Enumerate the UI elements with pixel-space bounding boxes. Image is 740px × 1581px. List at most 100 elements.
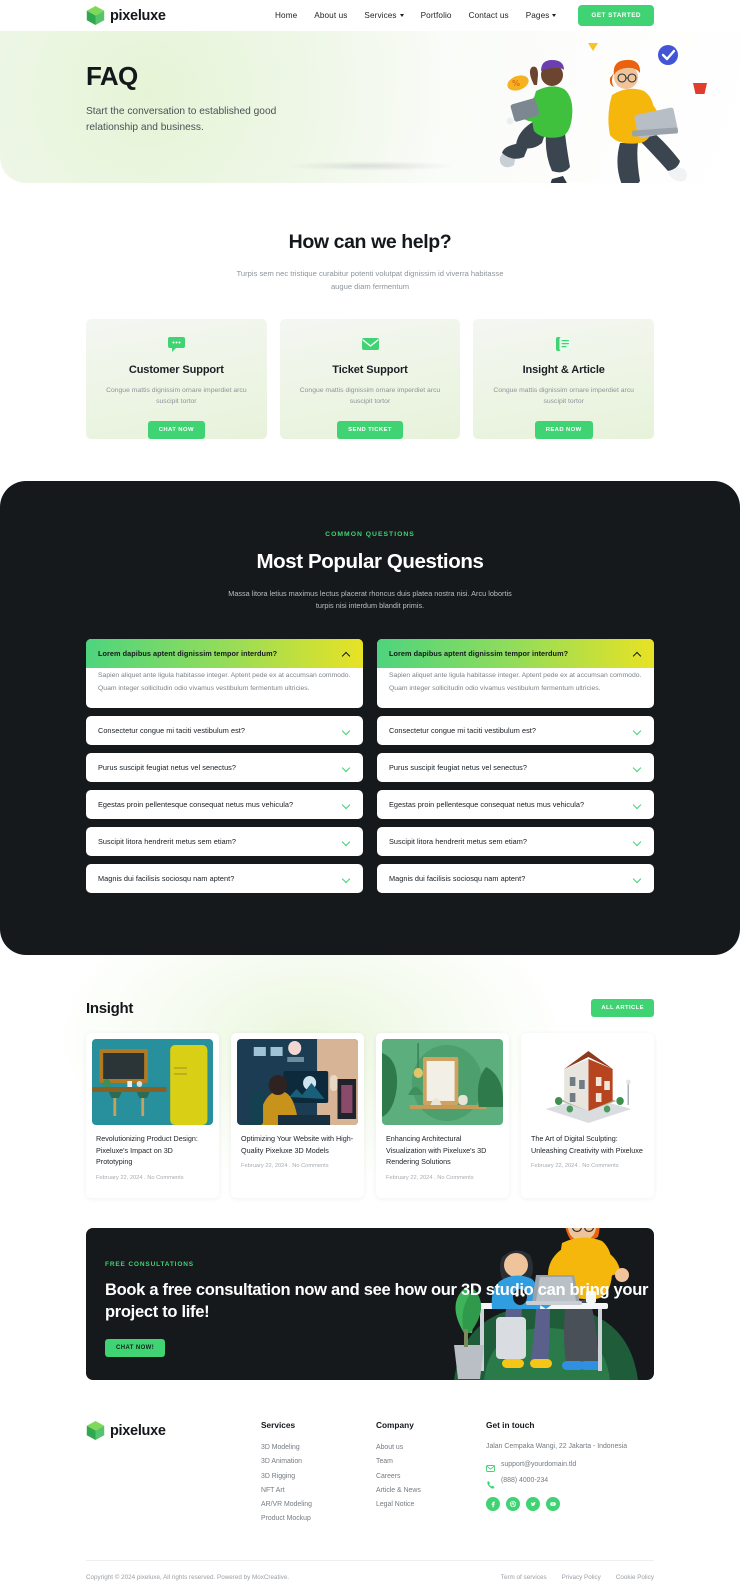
send-ticket-button[interactable]: SEND TICKET xyxy=(337,420,403,439)
post-thumbnail-kitchen xyxy=(92,1039,213,1126)
faq-item[interactable]: Consectetur congue mi taciti vestibulum … xyxy=(377,716,654,746)
faq-question: Lorem dapibus aptent dignissim tempor in… xyxy=(389,649,569,659)
faq-question: Egestas proin pellentesque consequat net… xyxy=(98,800,294,810)
faq-item[interactable]: Purus suscipit feugiat netus vel senectu… xyxy=(86,753,363,783)
footer-brand-name: pixeluxe xyxy=(110,1422,166,1439)
get-started-button[interactable]: GET STARTED xyxy=(578,5,654,26)
footer-link-arvr-modeling[interactable]: AR/VR Modeling xyxy=(261,1498,376,1512)
footer-email: support@yourdomain.tld xyxy=(501,1461,577,1469)
nav-label: Home xyxy=(275,11,298,20)
help-card-title: Ticket Support xyxy=(332,363,408,376)
footer-column-services: Services 3D Modeling 3D Animation 3D Rig… xyxy=(261,1420,376,1526)
faq-item[interactable]: Egestas proin pellentesque consequat net… xyxy=(377,790,654,820)
faq-item[interactable]: Suscipit litora hendrerit metus sem etia… xyxy=(86,827,363,857)
faq-item-header[interactable]: Lorem dapibus aptent dignissim tempor in… xyxy=(377,639,654,669)
faq-item[interactable]: Lorem dapibus aptent dignissim tempor in… xyxy=(86,639,363,709)
cta-banner: FREE CONSULTATIONS Book a free consultat… xyxy=(86,1228,654,1381)
chevron-down-icon xyxy=(342,800,351,809)
faq-item[interactable]: Lorem dapibus aptent dignissim tempor in… xyxy=(377,639,654,709)
insight-post-card[interactable]: Revolutionizing Product Design: Pixeluxe… xyxy=(86,1033,219,1199)
chat-now-button[interactable]: CHAT NOW xyxy=(147,420,205,439)
help-subtitle: Turpis sem nec tristique curabitur poten… xyxy=(236,269,504,292)
faq-item[interactable]: Egestas proin pellentesque consequat net… xyxy=(86,790,363,820)
faq-eyebrow: COMMON QUESTIONS xyxy=(325,530,415,538)
insight-post-card[interactable]: Enhancing Architectural Visualization wi… xyxy=(376,1033,509,1199)
envelope-icon xyxy=(486,1460,496,1473)
footer-link-3d-animation[interactable]: 3D Animation xyxy=(261,1455,376,1469)
faq-item[interactable]: Consectetur congue mi taciti vestibulum … xyxy=(86,716,363,746)
footer-link-nft-art[interactable]: NFT Art xyxy=(261,1484,376,1498)
footer-link-product-mockup[interactable]: Product Mockup xyxy=(261,1512,376,1526)
footer-link-team[interactable]: Team xyxy=(376,1455,486,1469)
nav-item-home[interactable]: Home xyxy=(275,11,297,20)
legal-link-cookie[interactable]: Cookie Policy xyxy=(616,1574,654,1581)
site-footer: pixeluxe Services 3D Modeling 3D Animati… xyxy=(0,1380,740,1581)
faq-item-header[interactable]: Consectetur congue mi taciti vestibulum … xyxy=(86,716,363,745)
footer-link-article-news[interactable]: Article & News xyxy=(376,1484,486,1498)
post-meta: February 22, 2024 . No Comments xyxy=(96,1174,184,1181)
faq-item-header[interactable]: Purus suscipit feugiat netus vel senectu… xyxy=(86,753,363,782)
nav-item-contact-us[interactable]: Contact us xyxy=(469,11,509,20)
copyright-text: Copyright © 2024 pixeluxe, All rights re… xyxy=(86,1574,290,1581)
nav-item-pages[interactable]: Pages xyxy=(526,11,557,20)
faq-item[interactable]: Purus suscipit feugiat netus vel senectu… xyxy=(377,753,654,783)
post-meta: February 22, 2024 . No Comments xyxy=(386,1174,474,1181)
dribbble-icon[interactable] xyxy=(506,1497,520,1512)
faq-item[interactable]: Suscipit litora hendrerit metus sem etia… xyxy=(377,827,654,857)
faq-item[interactable]: Magnis dui facilisis sociosqu nam aptent… xyxy=(377,864,654,894)
help-section: How can we help? Turpis sem nec tristiqu… xyxy=(0,183,740,439)
phone-icon xyxy=(486,1476,495,1489)
facebook-icon[interactable] xyxy=(486,1497,500,1512)
footer-brand[interactable]: pixeluxe xyxy=(86,1420,261,1526)
nav-item-portfolio[interactable]: Portfolio xyxy=(421,11,452,20)
chevron-down-icon xyxy=(342,837,351,846)
faq-question: Suscipit litora hendrerit metus sem etia… xyxy=(98,837,236,847)
post-title: Optimizing Your Website with High-Qualit… xyxy=(241,1134,354,1155)
faq-item-header[interactable]: Magnis dui facilisis sociosqu nam aptent… xyxy=(377,864,654,893)
faq-item[interactable]: Magnis dui facilisis sociosqu nam aptent… xyxy=(86,864,363,894)
faq-item-header[interactable]: Consectetur congue mi taciti vestibulum … xyxy=(377,716,654,745)
faq-question: Egestas proin pellentesque consequat net… xyxy=(389,800,585,810)
footer-phone-row[interactable]: (888) 4000-234 xyxy=(486,1476,654,1489)
nav-item-about-us[interactable]: About us xyxy=(314,11,347,20)
footer-link-legal-notice[interactable]: Legal Notice xyxy=(376,1498,486,1512)
footer-link-3d-modeling[interactable]: 3D Modeling xyxy=(261,1441,376,1455)
brand-logo[interactable]: pixeluxe xyxy=(86,5,166,26)
faq-item-header[interactable]: Egestas proin pellentesque consequat net… xyxy=(377,790,654,819)
footer-email-row[interactable]: support@yourdomain.tld xyxy=(486,1460,654,1473)
chat-bubble-icon xyxy=(167,336,185,352)
all-article-button[interactable]: ALL ARTICLE xyxy=(591,999,654,1018)
twitter-icon[interactable] xyxy=(526,1497,540,1512)
faq-item-header[interactable]: Magnis dui facilisis sociosqu nam aptent… xyxy=(86,864,363,893)
footer-heading-company: Company xyxy=(376,1420,414,1431)
faq-item-header[interactable]: Purus suscipit feugiat netus vel senectu… xyxy=(377,753,654,782)
faq-item-header[interactable]: Egestas proin pellentesque consequat net… xyxy=(86,790,363,819)
faq-item-header[interactable]: Lorem dapibus aptent dignissim tempor in… xyxy=(86,639,363,669)
chevron-down-icon xyxy=(342,763,351,772)
faq-section: COMMON QUESTIONS Most Popular Questions … xyxy=(0,480,740,956)
faq-question: Consectetur congue mi taciti vestibulum … xyxy=(389,726,536,736)
youtube-icon[interactable] xyxy=(546,1497,560,1512)
footer-link-3d-rigging[interactable]: 3D Rigging xyxy=(261,1470,376,1484)
footer-link-about-us[interactable]: About us xyxy=(376,1441,486,1455)
footer-column-contact: Get in touch Jalan Cempaka Wangi, 22 Jak… xyxy=(486,1420,654,1526)
faq-item-header[interactable]: Suscipit litora hendrerit metus sem etia… xyxy=(377,827,654,856)
nav-item-services[interactable]: Services xyxy=(364,11,404,20)
faq-item-header[interactable]: Suscipit litora hendrerit metus sem etia… xyxy=(86,827,363,856)
insight-post-card[interactable]: Optimizing Your Website with High-Qualit… xyxy=(231,1033,364,1199)
faq-question: Purus suscipit feugiat netus vel senectu… xyxy=(98,763,236,773)
footer-link-careers[interactable]: Careers xyxy=(376,1470,486,1484)
help-card-ticket-support[interactable]: Ticket Support Congue mattis dignissim o… xyxy=(279,318,461,439)
footer-brand-logo[interactable]: pixeluxe xyxy=(86,1420,261,1441)
nav-label: Portfolio xyxy=(420,11,452,20)
nav-label: About us xyxy=(314,11,348,20)
nav-label: Services xyxy=(364,11,397,20)
post-meta: February 22, 2024 . No Comments xyxy=(241,1163,329,1170)
read-now-button[interactable]: READ NOW xyxy=(534,420,593,439)
insight-post-card[interactable]: The Art of Digital Sculpting: Unleashing… xyxy=(521,1033,654,1199)
chat-now-cta-button[interactable]: CHAT NOW! xyxy=(105,1339,166,1358)
legal-link-terms[interactable]: Term of services xyxy=(501,1574,547,1581)
legal-link-privacy[interactable]: Privacy Policy xyxy=(562,1574,601,1581)
help-card-insight-article[interactable]: Insight & Article Congue mattis dignissi… xyxy=(473,318,655,439)
help-card-customer-support[interactable]: Customer Support Congue mattis dignissim… xyxy=(86,318,267,439)
